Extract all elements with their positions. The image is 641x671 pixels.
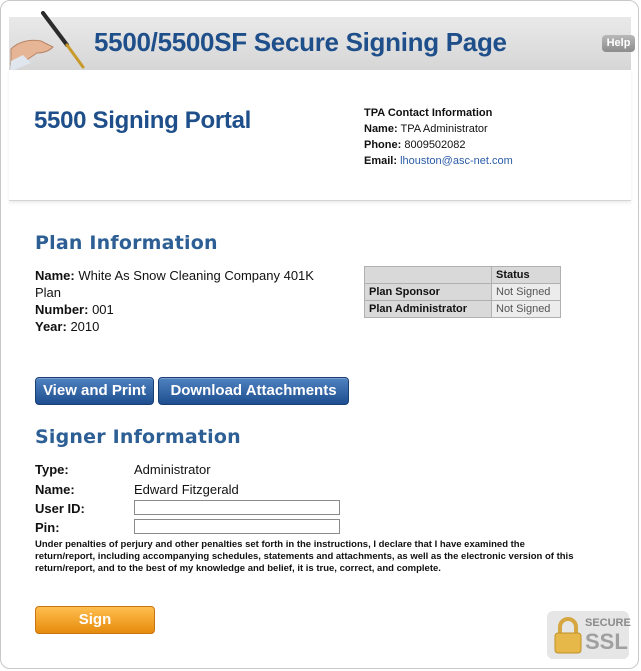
status-table-corner bbox=[364, 266, 492, 284]
ssl-secure-text: SECURE bbox=[585, 617, 631, 629]
plan-year-label: Year: bbox=[35, 319, 67, 334]
plan-name-value: White As Snow Cleaning Company 401K Plan bbox=[35, 268, 314, 300]
portal-panel: 5500 Signing Portal TPA Contact Informat… bbox=[9, 70, 631, 201]
signer-type-label: Type: bbox=[35, 462, 69, 477]
help-button[interactable]: Help bbox=[602, 35, 635, 52]
status-row-value: Not Signed bbox=[491, 300, 561, 318]
plan-info-title: Plan Information bbox=[35, 232, 218, 254]
plan-number-label: Number: bbox=[35, 302, 89, 317]
plan-number-value: 001 bbox=[92, 302, 114, 317]
portal-title: 5500 Signing Portal bbox=[34, 107, 252, 134]
signer-type-value: Administrator bbox=[134, 462, 211, 477]
hand-pen-icon bbox=[10, 11, 85, 71]
view-print-button[interactable]: View and Print bbox=[35, 377, 154, 405]
user-id-label: User ID: bbox=[35, 501, 85, 516]
tpa-heading: TPA Contact Information bbox=[364, 107, 493, 119]
plan-name-label: Name: bbox=[35, 268, 75, 283]
perjury-declaration: Under penalties of perjury and other pen… bbox=[35, 539, 574, 574]
tpa-phone-value: 8009502082 bbox=[404, 139, 466, 151]
tpa-email-link[interactable]: lhouston@asc-net.com bbox=[400, 155, 513, 167]
status-row-label: Plan Administrator bbox=[364, 300, 492, 318]
user-id-input[interactable] bbox=[134, 500, 340, 515]
tpa-name-label: Name: bbox=[364, 123, 398, 135]
plan-details: Name: White As Snow Cleaning Company 401… bbox=[35, 267, 325, 335]
page-header: 5500/5500SF Secure Signing Page Help bbox=[9, 17, 635, 71]
status-row-value: Not Signed bbox=[491, 283, 561, 301]
tpa-phone-label: Phone: bbox=[364, 139, 402, 151]
page-frame: 5500/5500SF Secure Signing Page Help 550… bbox=[0, 0, 639, 669]
signer-info-title: Signer Information bbox=[35, 426, 241, 448]
table-row: Plan Administrator Not Signed bbox=[364, 300, 561, 318]
secure-ssl-badge: SECURE SSL bbox=[547, 611, 631, 659]
table-row: Plan Sponsor Not Signed bbox=[364, 283, 561, 301]
sign-button[interactable]: Sign bbox=[35, 606, 155, 634]
padlock-icon bbox=[554, 617, 582, 654]
download-attachments-button[interactable]: Download Attachments bbox=[158, 377, 349, 405]
status-row-label: Plan Sponsor bbox=[364, 283, 492, 301]
plan-year-value: 2010 bbox=[70, 319, 100, 334]
signing-status-table: Status Plan Sponsor Not Signed Plan Admi… bbox=[364, 266, 561, 318]
signer-name-label: Name: bbox=[35, 482, 75, 497]
pin-input[interactable] bbox=[134, 519, 340, 534]
tpa-name-value: TPA Administrator bbox=[400, 123, 488, 135]
tpa-email-label: Email: bbox=[364, 155, 398, 167]
signer-name-value: Edward Fitzgerald bbox=[134, 482, 239, 497]
ssl-text: SSL bbox=[585, 629, 628, 654]
tpa-contact: TPA Contact Information Name: TPA Admini… bbox=[364, 105, 513, 169]
pin-label: Pin: bbox=[35, 520, 60, 535]
page-title: 5500/5500SF Secure Signing Page bbox=[94, 27, 507, 57]
status-column-header: Status bbox=[491, 266, 561, 284]
